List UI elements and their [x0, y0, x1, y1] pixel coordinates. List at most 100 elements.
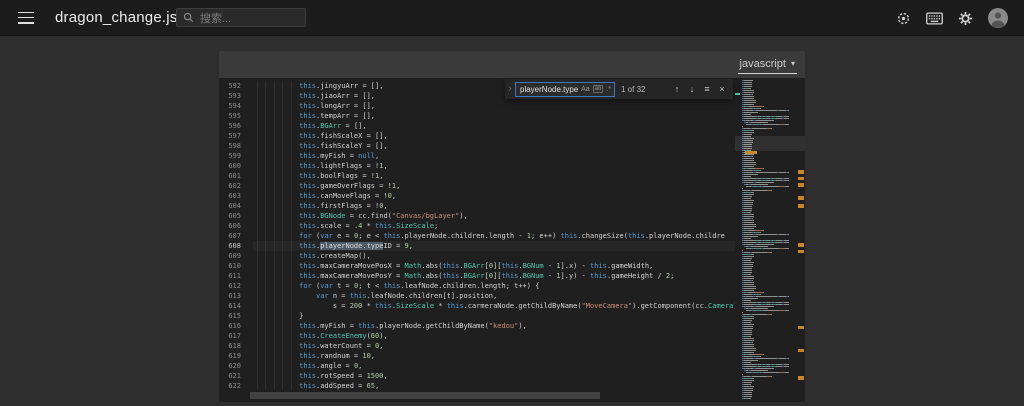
line-number[interactable]: 595 [219, 111, 253, 121]
line-number[interactable]: 607 [219, 231, 253, 241]
code-line[interactable]: this.fishScaleX = [], [253, 131, 735, 141]
line-number[interactable]: 593 [219, 91, 253, 101]
line-number[interactable]: 616 [219, 321, 253, 331]
find-expand-chevron-icon[interactable]: › [505, 79, 515, 99]
code-line[interactable]: this.gameOverFlags = !1, [253, 181, 735, 191]
line-number[interactable]: 610 [219, 261, 253, 271]
find-input[interactable]: playerNode.type Aa ab .* [515, 82, 615, 97]
line-number[interactable]: 611 [219, 271, 253, 281]
code-line[interactable]: this.myFish = this.playerNode.getChildBy… [253, 321, 735, 331]
menu-icon[interactable] [18, 12, 34, 24]
code-line[interactable]: var n = this.leafNode.children[t].positi… [253, 291, 735, 301]
minimap[interactable] [735, 78, 805, 402]
search-match-mark [798, 183, 804, 187]
search-icon [183, 12, 194, 23]
code-line[interactable]: this.lightFlags = !1, [253, 161, 735, 171]
find-next-button[interactable]: ↓ [686, 79, 698, 99]
keyboard-icon[interactable] [926, 12, 943, 25]
find-match-count: 1 of 32 [621, 85, 645, 94]
code-line[interactable]: this.randnum = 10, [253, 351, 735, 361]
line-number[interactable]: 609 [219, 251, 253, 261]
language-selector[interactable]: javascript ▾ [738, 56, 797, 74]
settings-gear-icon[interactable] [958, 11, 973, 26]
code-line[interactable]: this.scale = .4 * this.SizeScale; [253, 221, 735, 231]
find-close-button[interactable]: × [716, 79, 728, 99]
find-previous-button[interactable]: ↑ [671, 79, 683, 99]
code-line[interactable]: this.createMap(), [253, 251, 735, 261]
line-number-gutter[interactable]: 5925935945955965975985996006016026036046… [219, 78, 253, 402]
chevron-down-icon: ▾ [791, 59, 795, 68]
line-number[interactable]: 597 [219, 131, 253, 141]
line-number[interactable]: 604 [219, 201, 253, 211]
code-line[interactable]: this.myFish = null, [253, 151, 735, 161]
regex-icon[interactable]: .* [606, 86, 611, 93]
code-line[interactable]: for (var t = 0; t < this.leafNode.childr… [253, 281, 735, 291]
line-number[interactable]: 592 [219, 81, 253, 91]
code-line[interactable]: this.waterCount = 0, [253, 341, 735, 351]
global-search-input[interactable]: 搜索... [176, 8, 306, 27]
search-match-mark [798, 170, 804, 174]
find-widget: › playerNode.type Aa ab .* 1 of 32 ↑ ↓ ≡… [505, 79, 733, 99]
find-in-selection-button[interactable]: ≡ [701, 79, 713, 99]
display-settings-icon[interactable] [896, 11, 911, 26]
line-number[interactable]: 622 [219, 381, 253, 391]
minimap-selection-mark [745, 151, 757, 154]
line-number[interactable]: 602 [219, 181, 253, 191]
line-number[interactable]: 606 [219, 221, 253, 231]
line-number[interactable]: 614 [219, 301, 253, 311]
code-line[interactable]: this.firstFlags = !0, [253, 201, 735, 211]
code-line[interactable]: s = 200 * this.SizeScale * this.carmeraN… [253, 301, 735, 311]
minimap-slider[interactable] [735, 136, 805, 151]
line-number[interactable]: 608 [219, 241, 253, 251]
code-line[interactable]: for (var e = 0; e < this.playerNode.chil… [253, 231, 735, 241]
line-number[interactable]: 615 [219, 311, 253, 321]
line-number[interactable]: 620 [219, 361, 253, 371]
search-match-mark [798, 177, 804, 181]
line-number[interactable]: 598 [219, 141, 253, 151]
editor-toolbar: javascript ▾ [219, 51, 805, 78]
minimap-lines [737, 80, 795, 402]
code-line[interactable]: this.BGNode = cc.find("Canvas/bgLayer"), [253, 211, 735, 221]
find-match-highlight: playerNode.type [320, 242, 383, 250]
line-number[interactable]: 600 [219, 161, 253, 171]
line-number[interactable]: 596 [219, 121, 253, 131]
line-number[interactable]: 612 [219, 281, 253, 291]
line-number[interactable]: 601 [219, 171, 253, 181]
search-match-mark [798, 376, 804, 380]
code-line[interactable]: } [253, 311, 735, 321]
code-line[interactable]: this.fishScaleY = [], [253, 141, 735, 151]
search-match-mark [798, 243, 804, 247]
code-line[interactable]: this.addSpeed = 65, [253, 381, 735, 391]
line-number[interactable]: 613 [219, 291, 253, 301]
search-match-mark [798, 326, 804, 330]
whole-word-icon[interactable]: ab [593, 85, 604, 93]
search-match-mark [798, 196, 804, 200]
line-number[interactable]: 619 [219, 351, 253, 361]
line-number[interactable]: 605 [219, 211, 253, 221]
match-case-icon[interactable]: Aa [581, 86, 590, 93]
code-line[interactable]: this.tempArr = [], [253, 111, 735, 121]
code-content[interactable]: this.jingyuArr = [],this.jiaoArr = [],th… [253, 78, 735, 402]
line-number[interactable]: 618 [219, 341, 253, 351]
line-number[interactable]: 617 [219, 331, 253, 341]
code-line[interactable]: this.angle = 0, [253, 361, 735, 371]
top-bar: dragon_change.js 搜索... [0, 0, 1024, 36]
line-number[interactable]: 594 [219, 101, 253, 111]
line-number[interactable]: 621 [219, 371, 253, 381]
code-line[interactable]: this.maxCameraMovePosY = Math.abs(this.B… [253, 271, 735, 281]
workspace: javascript ▾ › playerNode.type Aa ab .* … [0, 37, 1024, 406]
search-match-mark [798, 250, 804, 254]
code-line[interactable]: this.boolFlags = !1, [253, 171, 735, 181]
user-avatar[interactable] [988, 8, 1008, 28]
line-number[interactable]: 599 [219, 151, 253, 161]
code-line[interactable]: this.rotSpeed = 1500, [253, 371, 735, 381]
code-line[interactable]: this.longArr = [], [253, 101, 735, 111]
code-line-active[interactable]: this.playerNode.typeID = 9, [253, 241, 735, 251]
minimap-decoration-mark [735, 93, 740, 95]
code-line[interactable]: this.maxCameraMovePosX = Math.abs(this.B… [253, 261, 735, 271]
code-line[interactable]: this.BGArr = [], [253, 121, 735, 131]
line-number[interactable]: 603 [219, 191, 253, 201]
code-line[interactable]: this.canMoveFlags = !0, [253, 191, 735, 201]
horizontal-scrollbar[interactable] [250, 392, 600, 399]
code-line[interactable]: this.CreateEnemy(60), [253, 331, 735, 341]
